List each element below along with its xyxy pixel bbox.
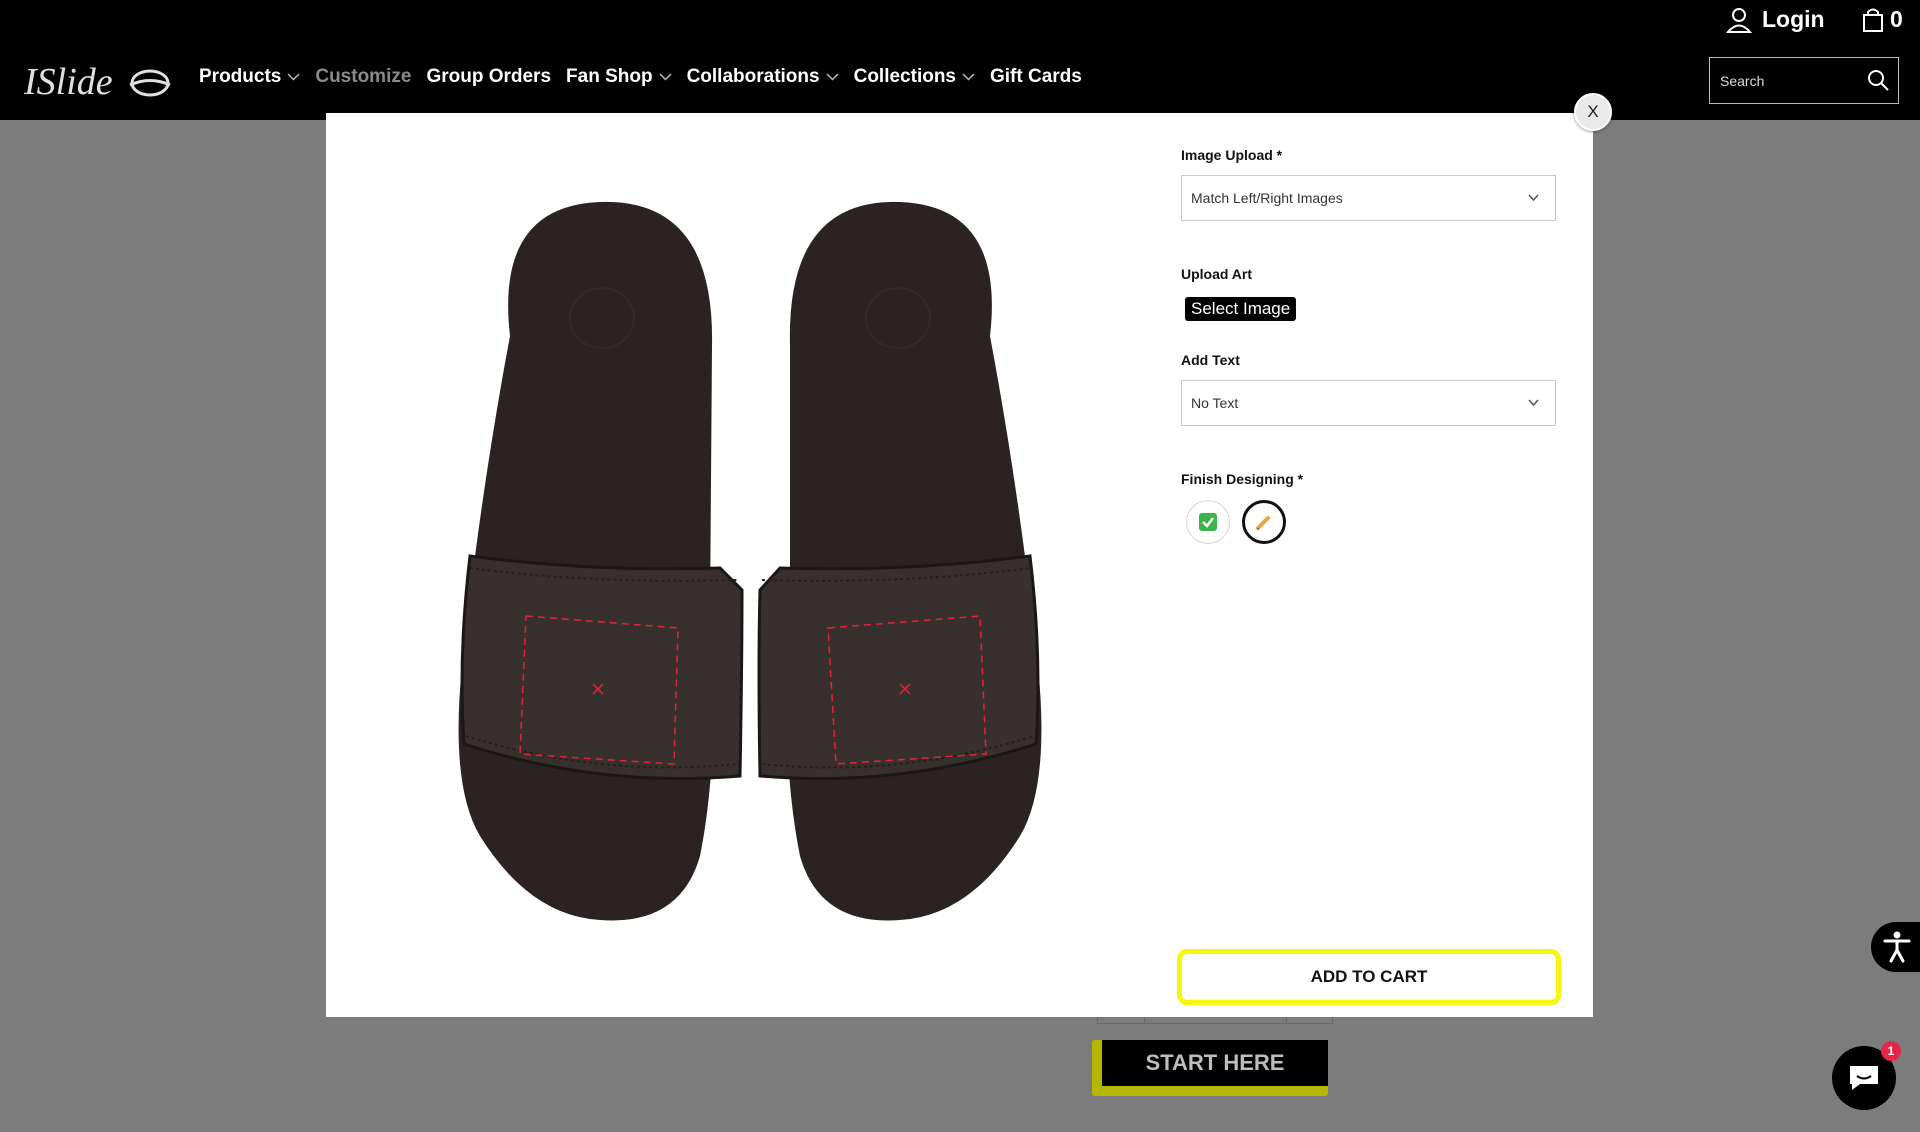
image-upload-value: Match Left/Right Images xyxy=(1191,190,1343,206)
search-icon[interactable] xyxy=(1866,68,1890,92)
nav-item-fan-shop[interactable]: Fan Shop xyxy=(566,66,672,88)
nav-item-label: Collaborations xyxy=(686,66,820,87)
cart-link[interactable]: 0 xyxy=(1862,6,1903,33)
pencil-icon xyxy=(1256,516,1270,530)
finish-designing-label: Finish Designing * xyxy=(1181,471,1304,487)
brand-logo[interactable]: ISlide xyxy=(22,58,172,104)
nav-item-products[interactable]: Products xyxy=(199,66,300,88)
cart-count: 0 xyxy=(1890,6,1903,32)
upload-art-label: Upload Art xyxy=(1181,266,1253,282)
slide-preview xyxy=(458,201,1042,921)
nav-item-collaborations[interactable]: Collaborations xyxy=(687,66,839,88)
nav-item-collections[interactable]: Collections xyxy=(854,66,975,88)
search-input[interactable] xyxy=(1720,70,1860,92)
chevron-down-icon xyxy=(287,73,300,81)
chevron-down-icon xyxy=(1528,399,1539,407)
right-slide xyxy=(757,201,1042,921)
nav-item-label: Customize xyxy=(315,66,412,87)
nav-item-label: Group Orders xyxy=(426,66,552,87)
accessibility-icon xyxy=(1883,931,1911,963)
chevron-down-icon xyxy=(659,73,672,81)
nav-item-label: Products xyxy=(199,66,282,87)
chevron-down-icon xyxy=(962,73,975,81)
add-to-cart-button[interactable]: ADD TO CART xyxy=(1177,949,1561,1005)
close-modal-button[interactable]: X xyxy=(1574,93,1612,131)
start-here-button[interactable]: START HERE xyxy=(1102,1040,1328,1086)
chevron-down-icon xyxy=(1528,194,1539,202)
nav-item-label: Gift Cards xyxy=(990,66,1082,87)
login-link[interactable]: Login xyxy=(1726,6,1825,33)
login-label: Login xyxy=(1762,6,1825,32)
brand-logo-text: ISlide xyxy=(23,61,113,103)
nav-item-group-orders[interactable]: Group Orders xyxy=(426,66,551,88)
nav-item-label: Fan Shop xyxy=(566,66,653,87)
user-icon xyxy=(1726,7,1752,33)
add-text-select[interactable]: No Text xyxy=(1181,380,1556,426)
image-upload-select[interactable]: Match Left/Right Images xyxy=(1181,175,1556,221)
chat-icon xyxy=(1850,1066,1878,1090)
site-header: ISlide Products Customize Group Orders Fan … xyxy=(0,0,1920,120)
add-text-value: No Text xyxy=(1191,395,1239,411)
finish-edit-option[interactable] xyxy=(1242,500,1286,544)
check-mark-icon xyxy=(1199,513,1217,531)
nav-item-customize[interactable]: Customize xyxy=(315,66,411,88)
nav-item-label: Collections xyxy=(853,66,956,87)
finish-done-option[interactable] xyxy=(1186,500,1230,544)
nav-item-gift-cards[interactable]: Gift Cards xyxy=(990,66,1082,88)
search-box xyxy=(1709,57,1899,104)
accessibility-button[interactable] xyxy=(1871,922,1920,972)
add-text-label: Add Text xyxy=(1181,352,1240,368)
shopping-bag-icon xyxy=(1863,8,1883,32)
chevron-down-icon xyxy=(826,73,839,81)
select-image-button[interactable]: Select Image xyxy=(1185,297,1297,321)
left-slide xyxy=(458,201,744,921)
chat-badge: 1 xyxy=(1881,1041,1901,1061)
image-upload-label: Image Upload * xyxy=(1181,147,1283,163)
main-nav: Products Customize Group Orders Fan Shop Col… xyxy=(199,66,1097,88)
